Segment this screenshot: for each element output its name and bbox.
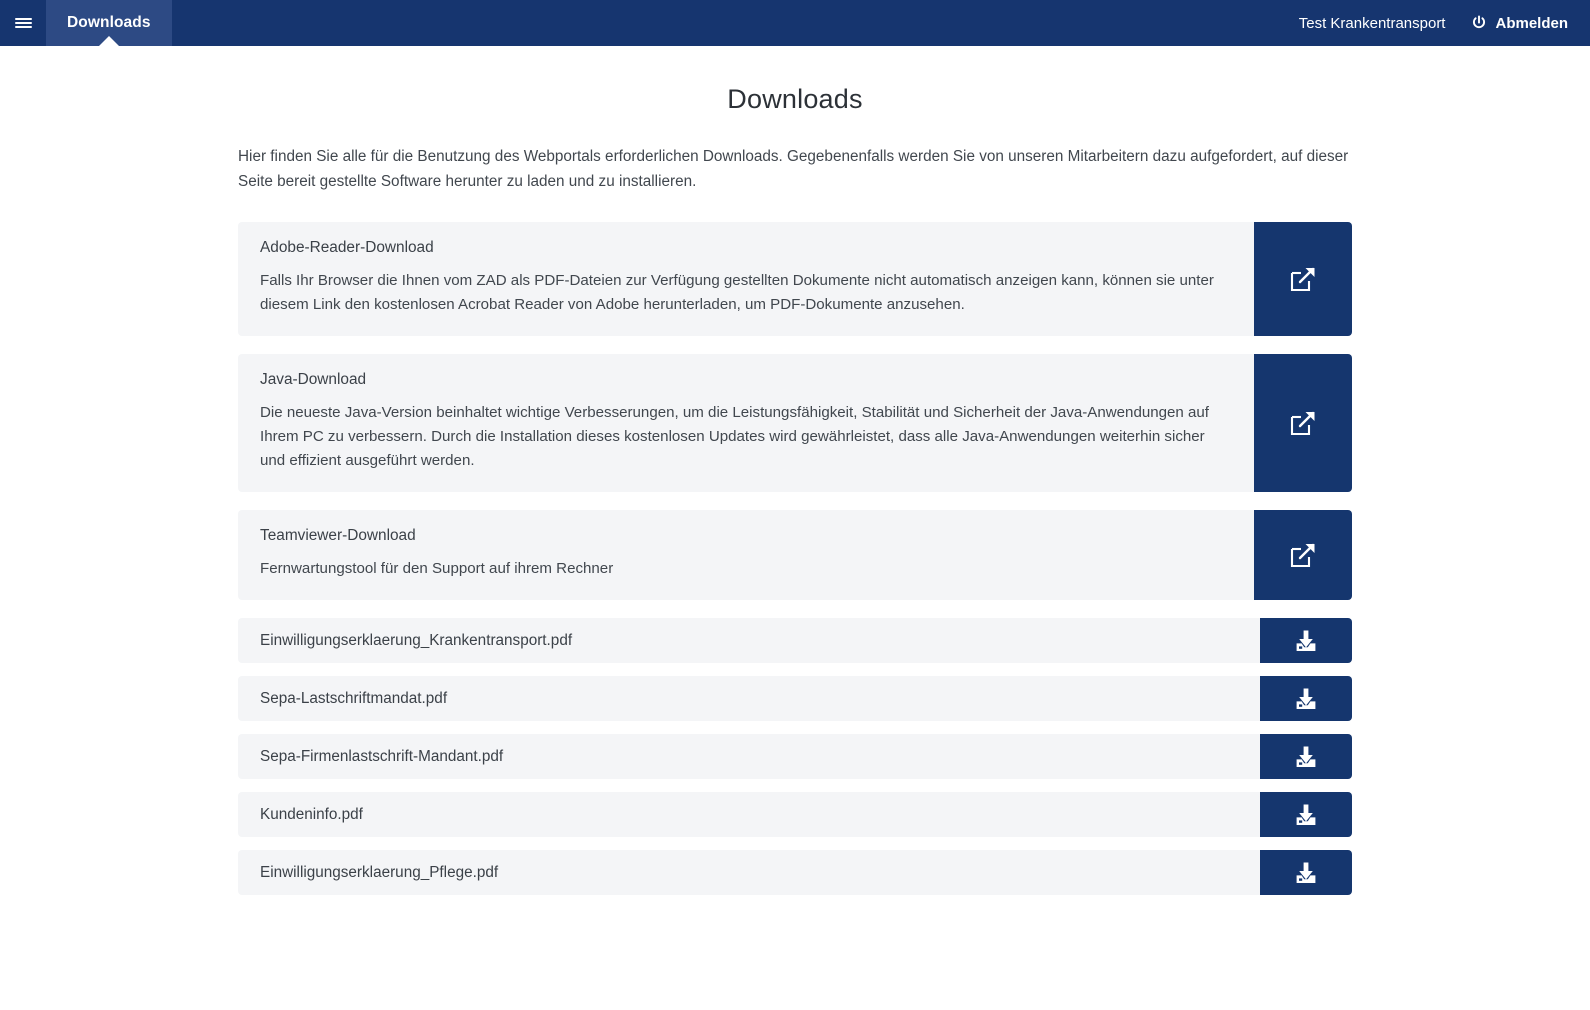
hamburger-icon (14, 15, 32, 30)
download-icon (1293, 802, 1319, 828)
file-name: Kundeninfo.pdf (260, 805, 363, 823)
file-name: Sepa-Lastschriftmandat.pdf (260, 689, 448, 707)
active-tab-pointer-icon (97, 36, 120, 47)
download-card-title: Java-Download (260, 370, 367, 388)
download-card-description: Fernwartungstool für den Support auf ihr… (260, 560, 614, 578)
file-download-row-body: Sepa-Firmenlastschrift-Mandant.pdf (238, 734, 1260, 780)
file-name: Einwilligungserklaerung_Krankentransport… (260, 631, 573, 649)
file-download-row: Sepa-Firmenlastschrift-Mandant.pdf (238, 734, 1352, 780)
download-file-button[interactable] (1260, 618, 1352, 664)
download-icon (1293, 628, 1319, 654)
file-download-row: Kundeninfo.pdf (238, 792, 1352, 838)
download-card-title: Adobe-Reader-Download (260, 238, 434, 256)
file-download-row: Einwilligungserklaerung_Pflege.pdf (238, 850, 1352, 896)
file-download-row-body: Einwilligungserklaerung_Krankentransport… (238, 618, 1260, 664)
file-name: Einwilligungserklaerung_Pflege.pdf (260, 863, 499, 881)
file-name: Sepa-Firmenlastschrift-Mandant.pdf (260, 747, 504, 765)
download-card-description: Falls Ihr Browser die Ihnen vom ZAD als … (260, 271, 1214, 313)
download-file-button[interactable] (1260, 792, 1352, 838)
tab-downloads-label: Downloads (67, 14, 151, 31)
logout-button[interactable]: Abmelden (1471, 15, 1568, 32)
external-link-icon (1286, 262, 1320, 296)
download-card-body: Adobe-Reader-Download Falls Ihr Browser … (238, 221, 1254, 336)
file-download-row-body: Sepa-Lastschriftmandat.pdf (238, 676, 1260, 722)
file-download-row: Sepa-Lastschriftmandat.pdf (238, 676, 1352, 722)
download-icon (1293, 686, 1319, 712)
open-java-link-button[interactable] (1254, 353, 1352, 493)
tab-downloads[interactable]: Downloads (46, 0, 172, 47)
download-card-body: Teamviewer-Download Fernwartungstool für… (238, 510, 1254, 601)
download-file-button[interactable] (1260, 734, 1352, 780)
power-icon (1471, 15, 1487, 31)
file-download-row-body: Kundeninfo.pdf (238, 792, 1260, 838)
external-link-icon (1286, 406, 1320, 440)
file-download-row-body: Einwilligungserklaerung_Pflege.pdf (238, 850, 1260, 896)
hamburger-menu-button[interactable] (0, 0, 46, 46)
download-file-button[interactable] (1260, 850, 1352, 896)
download-card-body: Java-Download Die neueste Java-Version b… (238, 353, 1254, 493)
file-download-row: Einwilligungserklaerung_Krankentransport… (238, 618, 1352, 664)
download-card-description: Die neueste Java-Version beinhaltet wich… (260, 403, 1209, 470)
download-card: Java-Download Die neueste Java-Version b… (238, 353, 1352, 493)
logout-label: Abmelden (1495, 14, 1568, 32)
external-link-icon (1286, 538, 1320, 572)
download-icon (1293, 860, 1319, 886)
page-intro-text: Hier finden Sie alle für die Benutzung d… (238, 148, 1349, 190)
page-content: Downloads Hier finden Sie alle für die B… (238, 46, 1352, 896)
file-download-list: Einwilligungserklaerung_Krankentransport… (238, 618, 1352, 896)
open-teamviewer-link-button[interactable] (1254, 510, 1352, 601)
software-download-list: Adobe-Reader-Download Falls Ihr Browser … (238, 221, 1352, 601)
download-card: Teamviewer-Download Fernwartungstool für… (238, 510, 1352, 601)
top-navigation-bar: Downloads Test Krankentransport Abmelden (0, 0, 1590, 47)
download-icon (1293, 744, 1319, 770)
download-card: Adobe-Reader-Download Falls Ihr Browser … (238, 221, 1352, 336)
open-adobe-reader-link-button[interactable] (1254, 221, 1352, 336)
account-name: Test Krankentransport (1298, 14, 1446, 32)
page-title: Downloads (727, 84, 863, 114)
download-card-title: Teamviewer-Download (260, 527, 416, 545)
download-file-button[interactable] (1260, 676, 1352, 722)
topbar-right-group: Test Krankentransport Abmelden (1299, 0, 1590, 46)
